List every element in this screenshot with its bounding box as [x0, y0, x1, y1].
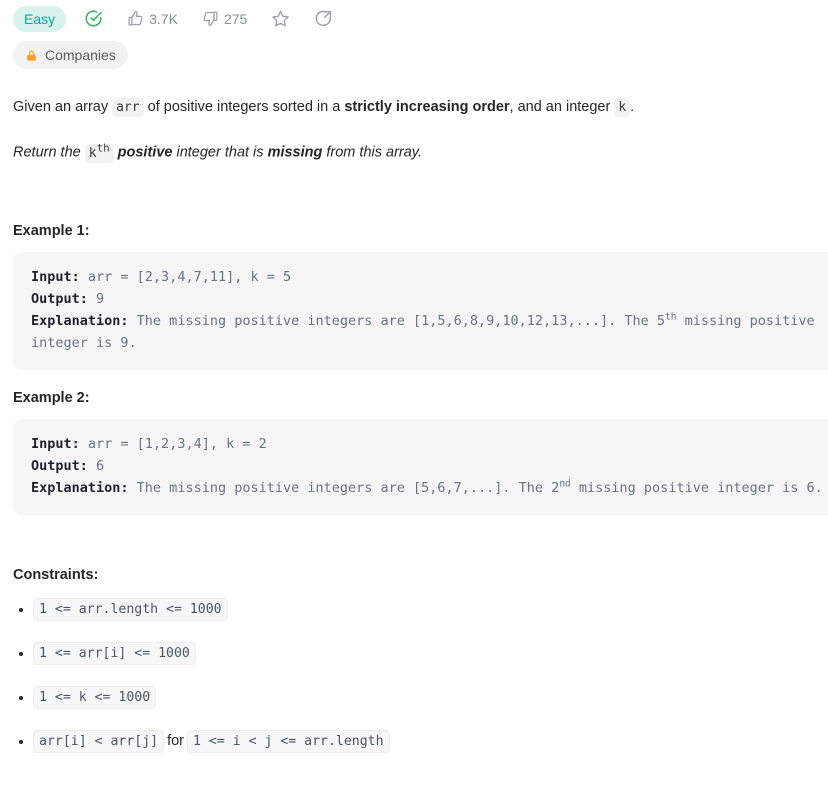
list-item: 1 <= arr.length <= 1000 [19, 598, 814, 622]
like-count: 3.7K [149, 10, 178, 27]
example-2-explanation-label: Explanation: [31, 480, 129, 497]
list-item: 1 <= k <= 1000 [19, 685, 814, 709]
problem-description-panel: Easy 3.7K 275 Companies Given an array a… [0, 0, 828, 753]
desc-p2-strong-positive: positive [117, 144, 173, 161]
desc-p2-text-3: from this array. [322, 144, 422, 161]
kth-suffix: th [96, 141, 110, 155]
desc-p1-text-4: . [630, 99, 635, 115]
desc-p1-text-3: , and an integer [509, 99, 615, 115]
example-2-title: Example 2: [13, 390, 90, 407]
description-paragraph-2: Return the kth positive integer that is … [13, 139, 814, 165]
desc-p1-text-1: Given an array [13, 99, 113, 115]
example-1-explanation-label: Explanation: [31, 313, 129, 330]
difficulty-badge[interactable]: Easy [13, 5, 67, 32]
desc-p2-text-1: Return the [13, 144, 85, 161]
check-circle-icon [84, 9, 103, 28]
list-item: arr[i] < arr[j] for 1 <= i < j <= arr.leng… [19, 729, 814, 753]
desc-p2-text-2: integer that is [172, 144, 268, 161]
lock-icon [25, 49, 38, 62]
companies-label: Companies [45, 47, 116, 63]
example-2-output-label: Output: [31, 458, 88, 475]
share-button[interactable] [308, 5, 339, 33]
star-icon [271, 9, 290, 28]
constraint-code-secondary: 1 <= i < j <= arr.length [187, 729, 390, 753]
example-1-code-block: Input: arr = [2,3,4,7,11], k = 5 Output:… [13, 252, 828, 371]
dislike-button[interactable]: 275 [196, 5, 253, 33]
constraint-separator: for [167, 732, 185, 749]
like-button[interactable]: 3.7K [121, 5, 184, 33]
constraints-title: Constraints: [13, 567, 99, 584]
kth-base: k [88, 145, 97, 161]
example-2-code-block: Input: arr = [1,2,3,4], k = 2 Output: 6 … [13, 419, 828, 516]
list-item: 1 <= arr[i] <= 1000 [19, 642, 814, 666]
example-1-output-label: Output: [31, 291, 88, 308]
example-1-output-value: 9 [87, 291, 105, 308]
problem-meta-bar: Easy 3.7K 275 [13, 0, 828, 34]
inline-code-kth: kth [84, 141, 114, 163]
description-paragraph-1: Given an array arr of positive integers … [13, 96, 814, 119]
example-1-title: Example 1: [13, 223, 90, 240]
desc-p2-strong-missing: missing [267, 144, 323, 161]
desc-p1-text-2: of positive integers sorted in a [143, 99, 345, 115]
inline-code-k: k [614, 98, 631, 117]
companies-tag-button[interactable]: Companies [13, 41, 128, 69]
tag-row: Companies [13, 41, 828, 69]
example-2-output-value: 6 [87, 458, 105, 475]
example-2-explanation-post: missing positive integer is 6. [570, 480, 823, 497]
inline-code-arr: arr [112, 98, 144, 117]
constraints-list: 1 <= arr.length <= 1000 1 <= arr[i] <= 1… [13, 598, 814, 753]
dislike-count: 275 [223, 10, 248, 27]
constraint-code: 1 <= k <= 1000 [33, 685, 157, 709]
problem-statement: Given an array arr of positive integers … [13, 96, 828, 753]
favorite-button[interactable] [265, 5, 296, 33]
desc-p1-strong: strictly increasing order [344, 99, 510, 115]
constraint-code: arr[i] < arr[j] [33, 729, 165, 753]
share-icon [314, 9, 333, 28]
constraint-code: 1 <= arr.length <= 1000 [33, 598, 228, 622]
example-1-explanation-sup: th [664, 311, 677, 323]
example-2-input-label: Input: [31, 436, 80, 453]
example-2-explanation-sup: nd [559, 478, 571, 490]
example-1-input-label: Input: [31, 269, 80, 286]
solved-status-button[interactable] [78, 5, 109, 33]
example-2-explanation-pre: The missing positive integers are [5,6,7… [128, 480, 560, 497]
example-2-input-value: arr = [1,2,3,4], k = 2 [79, 436, 267, 453]
example-1-explanation-pre: The missing positive integers are [1,5,6… [128, 313, 665, 330]
example-1-input-value: arr = [2,3,4,7,11], k = 5 [79, 269, 292, 286]
constraint-code: 1 <= arr[i] <= 1000 [33, 642, 196, 666]
thumbs-up-icon [127, 10, 144, 27]
thumbs-down-icon [202, 10, 219, 27]
